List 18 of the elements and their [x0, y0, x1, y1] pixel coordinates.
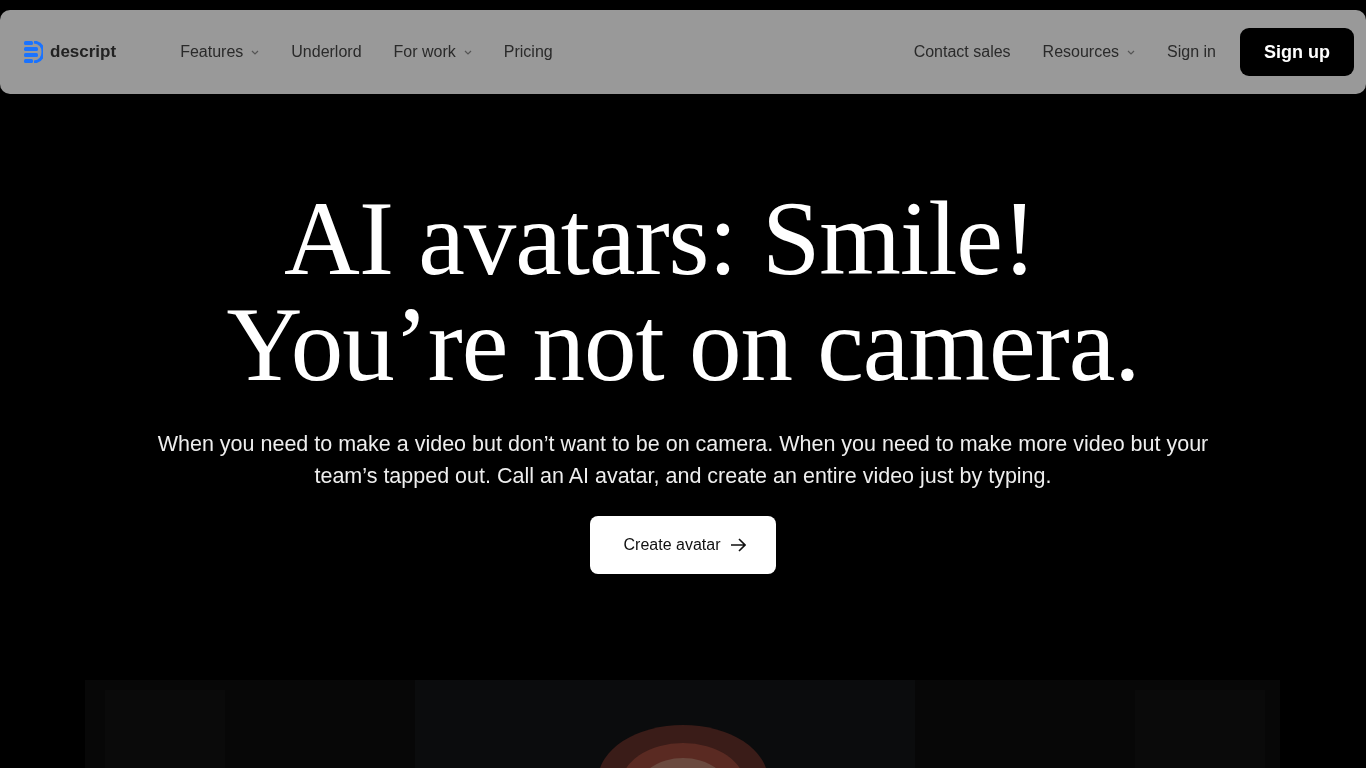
nav-link[interactable]: Underlord [291, 43, 362, 61]
chevron-icon [251, 49, 260, 55]
logo-text[interactable]: descript [50, 42, 117, 62]
nav-link[interactable]: Pricing [503, 43, 553, 61]
chevron-icon [1127, 49, 1136, 55]
nav-link[interactable]: For work [393, 43, 472, 61]
hero-title: AI avatars: Smile! [284, 186, 1036, 292]
create-avatar-button[interactable]: Create avatar [589, 516, 777, 574]
hero-description: When you need to make a video but don’t want to be on camera. When you need to make more video but your team’s tapped out. Call an AI avatar, and create an entire video just by typing. [156, 431, 1210, 490]
nav-link[interactable]: Sign in [1167, 43, 1216, 61]
nav-link[interactable]: Features [180, 43, 260, 61]
nav-link[interactable]: Contact sales [913, 43, 1011, 61]
logo-icon [24, 41, 43, 63]
nav-link[interactable]: Resources [1042, 43, 1136, 61]
arrow-right-icon [730, 538, 747, 552]
hero-title: You’re not on camera. [226, 292, 1140, 398]
chevron-icon [463, 49, 472, 55]
sign-up-button[interactable]: Sign up [1240, 28, 1354, 76]
